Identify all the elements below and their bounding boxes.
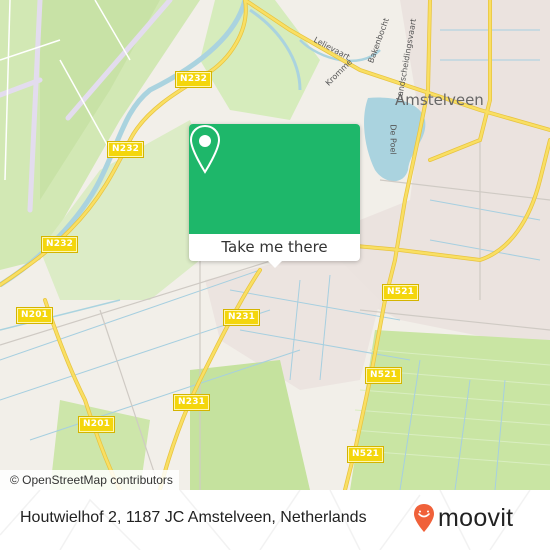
moovit-pin-icon [414, 504, 434, 532]
footer-bar: Houtwielhof 2, 1187 JC Amstelveen, Nethe… [0, 490, 550, 550]
map-attribution[interactable]: © OpenStreetMap contributors [0, 470, 179, 490]
map-pin-icon [189, 124, 221, 174]
city-label-amstelveen: Amstelveen [395, 91, 484, 109]
map-view[interactable]: N232 N232 N232 N201 N201 N231 N231 N521 … [0, 0, 550, 490]
road-shield-n521: N521 [346, 446, 385, 463]
road-shield-n232: N232 [40, 236, 79, 253]
destination-address: Houtwielhof 2, 1187 JC Amstelveen, Nethe… [20, 509, 367, 526]
road-shield-n201: N201 [15, 307, 54, 324]
road-shield-n231: N231 [222, 309, 261, 326]
road-shield-n521: N521 [364, 367, 403, 384]
road-shield-n231: N231 [172, 394, 211, 411]
destination-popup: Take me there [189, 124, 360, 268]
road-shield-n201: N201 [77, 416, 116, 433]
moovit-wordmark: moovit [438, 503, 514, 532]
water-label-de-poel: De Poel [388, 124, 398, 155]
take-me-there-button[interactable]: Take me there [189, 234, 360, 261]
road-shield-n521: N521 [381, 284, 420, 301]
popup-pointer [267, 260, 283, 268]
moovit-logo[interactable]: moovit [413, 503, 513, 533]
road-shield-n232: N232 [174, 71, 213, 88]
road-shield-n232: N232 [106, 141, 145, 158]
popup-header [189, 124, 360, 234]
